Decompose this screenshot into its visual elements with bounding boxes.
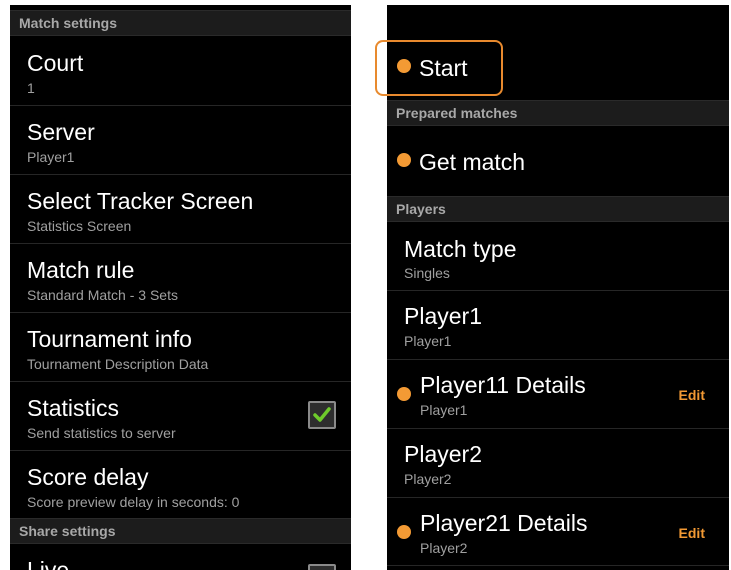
server-title: Server [27,119,95,145]
score-delay-value: Score preview delay in seconds: 0 [27,494,240,510]
player21-details-title: Player21 Details [420,510,588,536]
match-rule-title: Match rule [27,257,135,283]
player2-value: Player2 [404,471,452,487]
player21-details-item[interactable]: Player21 Details Player2 Edit [387,497,729,566]
match-rule-value: Standard Match - 3 Sets [27,287,178,303]
player21-edit-button[interactable]: Edit [679,525,705,541]
server-setting[interactable]: Server Player1 [10,105,351,175]
match-type-value: Singles [404,265,450,281]
orange-bullet-icon [397,387,411,401]
players-header: Players [387,196,729,222]
statistics-checkbox[interactable] [308,401,336,429]
statistics-setting[interactable]: Statistics Send statistics to server [10,381,351,451]
court-title: Court [27,50,84,76]
match-settings-panel: Match settings Court 1 Server Player1 Se… [10,5,351,570]
tracker-screen-title: Select Tracker Screen [27,188,254,214]
match-settings-header: Match settings [10,10,351,36]
tournament-info-title: Tournament info [27,326,192,352]
orange-bullet-icon [397,525,411,539]
live-title: Live [27,557,70,570]
player1-title: Player1 [404,303,482,329]
player1-setting[interactable]: Player1 Player1 [387,290,729,360]
statistics-value: Send statistics to server [27,425,176,441]
player11-details-title: Player11 Details [420,372,586,398]
player11-details-item[interactable]: Player11 Details Player1 Edit [387,359,729,429]
share-settings-header: Share settings [10,518,351,544]
player2-setting[interactable]: Player2 Player2 [387,428,729,498]
orange-bullet-icon [397,59,411,73]
prepared-matches-header: Prepared matches [387,100,729,126]
live-setting[interactable]: Live [10,544,351,570]
match-actions-panel: Start Prepared matches Get match Players… [387,5,729,570]
match-type-title: Match type [404,236,517,262]
player11-edit-button[interactable]: Edit [679,387,705,403]
tournament-info-setting[interactable]: Tournament info Tournament Description D… [10,312,351,382]
court-value: 1 [27,80,35,96]
start-button[interactable]: Start [387,38,729,100]
tracker-screen-setting[interactable]: Select Tracker Screen Statistics Screen [10,174,351,244]
match-type-setting[interactable]: Match type Singles [387,222,729,291]
orange-bullet-icon [397,153,411,167]
live-checkbox[interactable] [308,564,336,570]
get-match-label: Get match [419,149,526,175]
tournament-info-value: Tournament Description Data [27,356,209,372]
statistics-title: Statistics [27,395,120,421]
checkmark-icon [313,407,331,422]
start-label: Start [419,55,468,81]
player21-details-value: Player2 [420,540,468,556]
player11-details-value: Player1 [420,402,468,418]
match-rule-setting[interactable]: Match rule Standard Match - 3 Sets [10,243,351,313]
score-delay-title: Score delay [27,464,149,490]
server-value: Player1 [27,149,75,165]
player1-value: Player1 [404,333,452,349]
tracker-screen-value: Statistics Screen [27,218,132,234]
score-delay-setting[interactable]: Score delay Score preview delay in secon… [10,450,351,518]
player2-title: Player2 [404,441,482,467]
court-setting[interactable]: Court 1 [10,36,351,106]
get-match-button[interactable]: Get match [387,126,729,196]
